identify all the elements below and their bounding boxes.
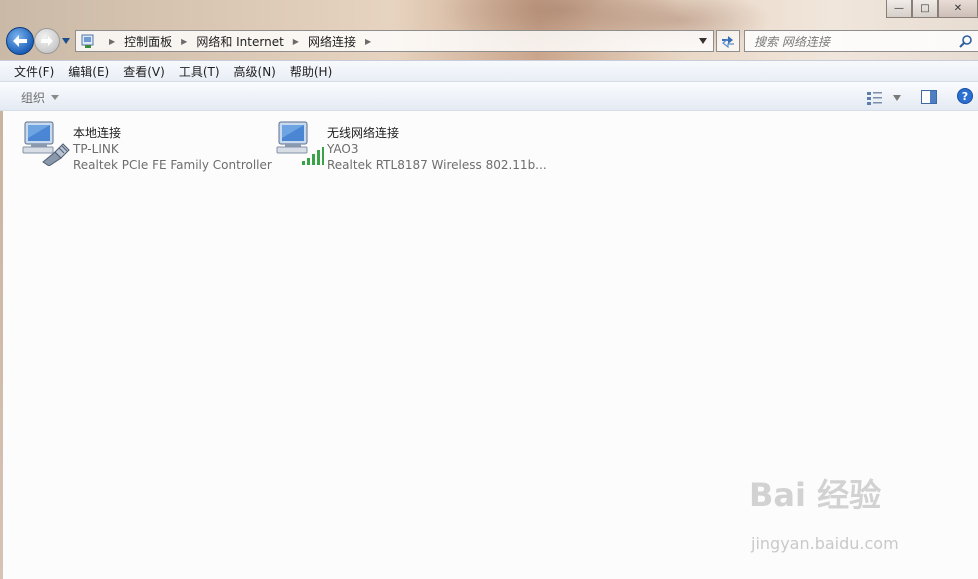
signal-bars-icon xyxy=(302,147,324,165)
connection-adapter: Realtek PCIe FE Family Controller xyxy=(73,158,272,172)
menu-view[interactable]: 查看(V) xyxy=(116,63,172,80)
connection-adapter: Realtek RTL8187 Wireless 802.11b... xyxy=(327,158,547,172)
menu-help[interactable]: 帮助(H) xyxy=(283,63,339,80)
help-icon[interactable]: ? xyxy=(957,88,973,104)
connection-item-local[interactable]: 本地连接 TP-LINK Realtek PCIe FE Family Cont… xyxy=(21,118,272,173)
breadcrumb-control-panel[interactable]: 控制面板 xyxy=(124,33,172,50)
breadcrumb-separator[interactable]: ▶ xyxy=(365,37,371,46)
search-input[interactable]: 搜索 网络连接 xyxy=(754,33,830,50)
menu-edit[interactable]: 编辑(E) xyxy=(61,63,116,80)
watermark-brand: Bai 经验 xyxy=(749,476,882,514)
breadcrumb-separator[interactable]: ▶ xyxy=(181,37,187,46)
forward-button[interactable] xyxy=(34,28,60,54)
control-panel-icon xyxy=(80,33,96,49)
back-arrow-icon xyxy=(13,35,27,47)
close-button[interactable]: ✕ xyxy=(938,0,978,18)
command-bar: 组织 xyxy=(0,82,978,111)
network-computer-icon xyxy=(275,118,327,170)
menu-file[interactable]: 文件(F) xyxy=(7,63,61,80)
address-dropdown-icon[interactable] xyxy=(699,38,707,44)
view-options-icon xyxy=(867,92,882,105)
menu-advanced[interactable]: 高级(N) xyxy=(227,63,283,80)
svg-text:?: ? xyxy=(962,90,968,103)
breadcrumb-separator: ▶ xyxy=(109,36,116,46)
menu-bar: 文件(F) 编辑(E) 查看(V) 工具(T) 高级(N) 帮助(H) xyxy=(0,60,978,82)
organize-label: 组织 xyxy=(21,91,46,105)
minimize-button[interactable]: — xyxy=(886,0,912,18)
forward-arrow-icon xyxy=(41,36,53,46)
search-box[interactable]: 搜索 网络连接 xyxy=(744,30,978,52)
ethernet-plug-icon xyxy=(42,143,70,166)
refresh-button[interactable] xyxy=(716,30,740,52)
maximize-button[interactable]: □ xyxy=(912,0,938,18)
back-button[interactable] xyxy=(6,27,34,55)
refresh-icon xyxy=(722,36,734,48)
connection-network: TP-LINK xyxy=(73,142,119,156)
change-view-button[interactable] xyxy=(866,90,902,106)
search-icon[interactable] xyxy=(959,34,973,48)
watermark-url: jingyan.baidu.com xyxy=(751,534,899,553)
breadcrumb-network-connections[interactable]: 网络连接 xyxy=(308,33,356,50)
chevron-down-icon xyxy=(893,95,901,101)
connection-item-wireless[interactable]: 无线网络连接 YAO3 Realtek RTL8187 Wireless 802… xyxy=(275,118,547,173)
preview-pane-icon[interactable] xyxy=(921,90,937,104)
chevron-down-icon xyxy=(51,95,60,100)
connection-name: 本地连接 xyxy=(73,126,122,140)
breadcrumb-separator[interactable]: ▶ xyxy=(293,37,299,46)
baidu-jingyan-watermark: Bai 经验 jingyan.baidu.com xyxy=(749,470,939,560)
connection-name: 无线网络连接 xyxy=(327,126,400,140)
connection-network: YAO3 xyxy=(327,142,359,156)
recent-pages-dropdown-icon[interactable] xyxy=(61,37,71,45)
network-computer-icon xyxy=(21,118,73,170)
menu-tools[interactable]: 工具(T) xyxy=(172,63,227,80)
window-controls: — □ ✕ xyxy=(886,0,978,18)
organize-button[interactable]: 组织 xyxy=(21,89,60,106)
address-bar[interactable]: ▶ 控制面板 ▶ 网络和 Internet ▶ 网络连接 ▶ xyxy=(75,30,714,52)
breadcrumb-network-internet[interactable]: 网络和 Internet xyxy=(196,33,283,50)
connections-list: 本地连接 TP-LINK Realtek PCIe FE Family Cont… xyxy=(3,111,978,579)
